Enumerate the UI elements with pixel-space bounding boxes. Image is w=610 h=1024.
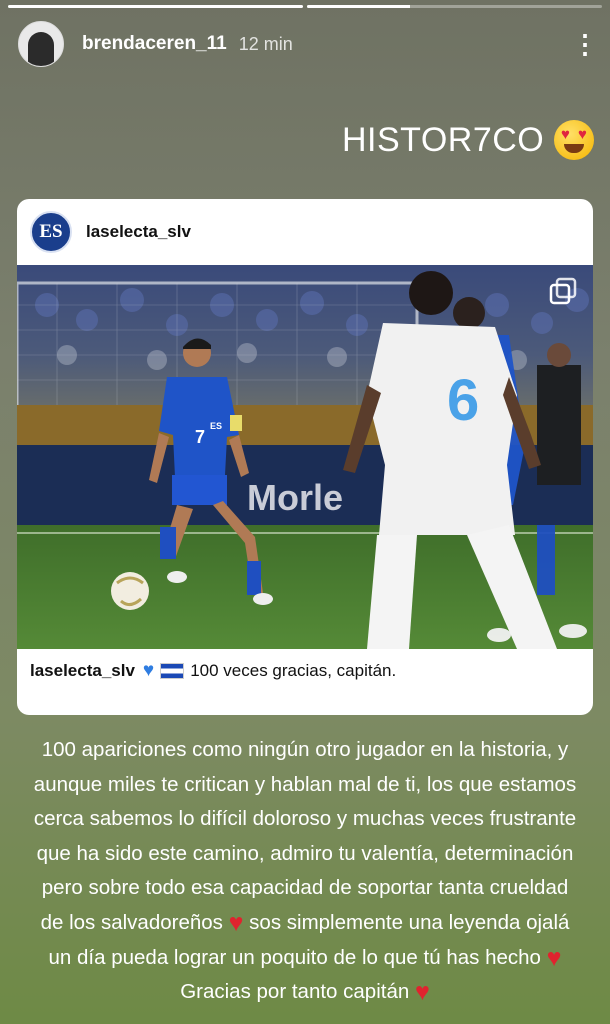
red-heart-icon: ♥ [228,908,244,937]
svg-text:7: 7 [195,427,205,447]
avatar[interactable] [18,21,64,67]
story-header: brendaceren_11 12 min ⋮ [18,20,598,68]
caption-message: 100 veces gracias, capitán. [190,661,397,680]
selecta-logo: ES [30,211,72,253]
story-caption: HISTOR7CO ♥ ♥ [342,120,595,160]
banner-text: Morle [247,477,343,518]
svg-text:ES: ES [210,421,222,431]
post-caption: laselecta_slv ♥ 100 veces gracias, capit… [30,651,583,691]
caption-username[interactable]: laselecta_slv [30,661,135,681]
shared-post-card[interactable]: ES laselecta_slv Morle 7 ES 6 laselecta_… [17,199,593,715]
message-line: un día pueda lograr un poquito de lo que… [48,943,562,972]
message-line: cerca sabemos lo difícil doloroso y much… [33,807,577,831]
post-username[interactable]: laselecta_slv [86,222,191,242]
story-username[interactable]: brendaceren_11 [82,33,227,55]
message-line: aunque miles te critican y hablan mal de… [33,772,577,796]
red-heart-icon: ♥ [546,943,562,972]
message-line: Gracias por tanto capitán ♥ [180,978,430,1007]
more-options-icon[interactable]: ⋮ [572,31,598,57]
progress-segment-1 [8,5,303,8]
heart-eyes-emoji-icon: ♥ ♥ [554,120,595,160]
story-time: 12 min [238,33,293,54]
post-header: ES laselecta_slv [17,199,593,265]
post-photo: Morle 7 ES 6 [17,265,593,649]
message-line: 100 apariciones como ningún otro jugador… [41,738,569,761]
message-line: pero sobre todo esa capacidad de soporta… [41,876,569,900]
red-heart-icon: ♥ [414,978,430,1007]
message-line: de los salvadoreños ♥ sos simplemente un… [40,908,570,937]
story-progress [8,5,602,8]
story-message: 100 apariciones como ningún otro jugador… [20,733,590,1010]
progress-segment-2 [307,5,602,8]
svg-text:6: 6 [447,368,479,433]
caption-text: HISTOR7CO [342,120,545,159]
blue-heart-icon: ♥ [142,660,155,681]
el-salvador-flag-icon [160,663,185,679]
message-line: que ha sido este camino, admiro tu valen… [36,841,574,865]
